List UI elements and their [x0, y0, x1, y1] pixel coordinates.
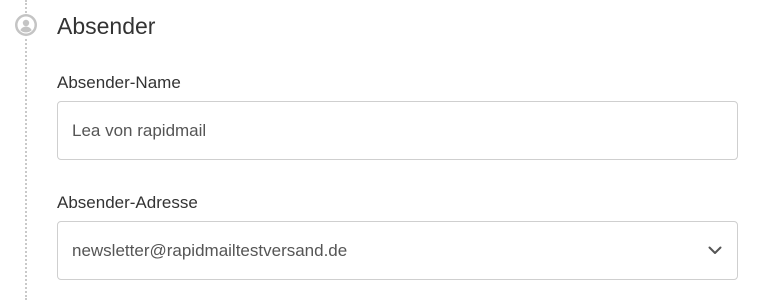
section-title: Absender — [57, 13, 156, 39]
sender-address-select[interactable]: newsletter@rapidmailtestversand.de — [57, 221, 738, 280]
sender-name-input[interactable] — [57, 101, 738, 160]
sender-address-label: Absender-Adresse — [57, 193, 198, 212]
chevron-down-icon[interactable] — [707, 243, 723, 259]
timeline-line — [25, 0, 27, 300]
sender-address-value: newsletter@rapidmailtestversand.de — [72, 240, 348, 260]
sender-section: Absender Absender-Name Absender-Adresse … — [0, 0, 783, 300]
sender-name-label: Absender-Name — [57, 73, 181, 92]
user-circle-icon — [14, 13, 38, 37]
